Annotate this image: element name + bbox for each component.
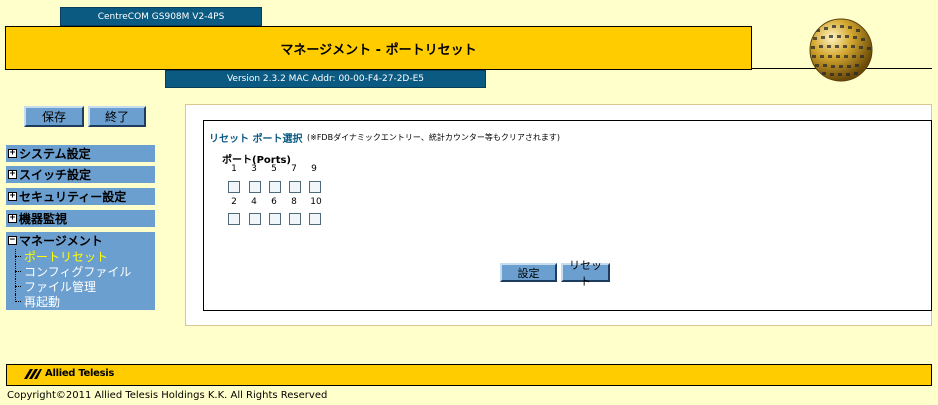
port-1-checkbox[interactable] [228,181,240,193]
expand-icon: + [8,191,17,201]
port-number-label: 4 [251,197,257,207]
sidebar-item-label: システム設定 [19,147,91,161]
allied-telesis-mark-icon [24,368,42,379]
tree-line-icon [12,249,22,264]
port-number-label: 6 [271,197,277,207]
sidebar-item-security[interactable]: + セキュリティー設定 [6,188,155,205]
expand-icon: + [8,148,17,158]
version-info: Version 2.3.2 MAC Addr: 00-00-F4-27-2D-E… [165,70,486,88]
port-number-label: 7 [291,164,297,174]
page-title: マネージメント - ポートリセット [5,26,752,70]
allied-telesis-logo: Allied Telesis [24,368,114,379]
port-number-label: 5 [271,164,277,174]
port-5-checkbox[interactable] [269,181,281,193]
port-number-label: 3 [251,164,257,174]
sidebar-item-label: マネージメント [19,234,103,248]
expand-icon: + [8,169,17,179]
port-6-checkbox[interactable] [269,213,281,225]
sidebar-item-label: セキュリティー設定 [19,190,127,204]
sidebar-item-switch[interactable]: + スイッチ設定 [6,166,155,183]
sidebar-item-label: 機器監視 [19,212,68,226]
collapse-icon: − [8,235,17,245]
sidebar-item-system[interactable]: + システム設定 [6,145,155,162]
port-9-checkbox[interactable] [309,181,321,193]
section-note: (※FDBダイナミックエントリー、統計カウンター等もクリアされます) [307,133,560,142]
sidebar-item-monitor[interactable]: + 機器監視 [6,210,155,227]
globe-logo-icon [809,18,873,82]
port-number-label: 1 [231,164,237,174]
port-10-checkbox[interactable] [309,213,321,225]
port-number-label: 8 [291,197,297,207]
sidebar-subitem-reboot[interactable]: 再起動 [6,294,155,309]
sidebar-item-label: スイッチ設定 [19,168,92,182]
exit-button[interactable]: 終了 [88,106,146,127]
tree-line-icon [12,279,22,294]
footer-bar [6,364,932,386]
sidebar-subitem-file-management[interactable]: ファイル管理 [6,279,155,294]
tree-line-icon [12,294,22,309]
expand-icon: + [8,213,17,223]
copyright-text: Copyright©2011 Allied Telesis Holdings K… [7,390,328,401]
port-4-checkbox[interactable] [249,213,261,225]
apply-button[interactable]: 設定 [500,263,557,282]
port-8-checkbox[interactable] [289,213,301,225]
footer-brand: Allied Telesis [45,368,115,379]
sidebar-subitem-config-file[interactable]: コンフィグファイル [6,264,155,279]
port-7-checkbox[interactable] [289,181,301,193]
reset-button[interactable]: リセット [561,259,610,288]
port-number-label: 10 [310,197,322,207]
sidebar-item-management[interactable]: − マネージメント ポートリセット コンフィグファイル ファイル管理 再起動 [6,232,155,310]
port-number-label: 9 [311,164,317,174]
sidebar-subitem-port-reset[interactable]: ポートリセット [6,249,155,264]
section-title: リセット ポート選択 [209,134,303,145]
port-3-checkbox[interactable] [249,181,261,193]
tree-line-icon [12,264,22,279]
product-name-tab: CentreCOM GS908M V2-4PS [60,7,262,26]
port-number-label: 2 [231,197,237,207]
port-2-checkbox[interactable] [228,213,240,225]
save-button[interactable]: 保存 [24,106,84,127]
